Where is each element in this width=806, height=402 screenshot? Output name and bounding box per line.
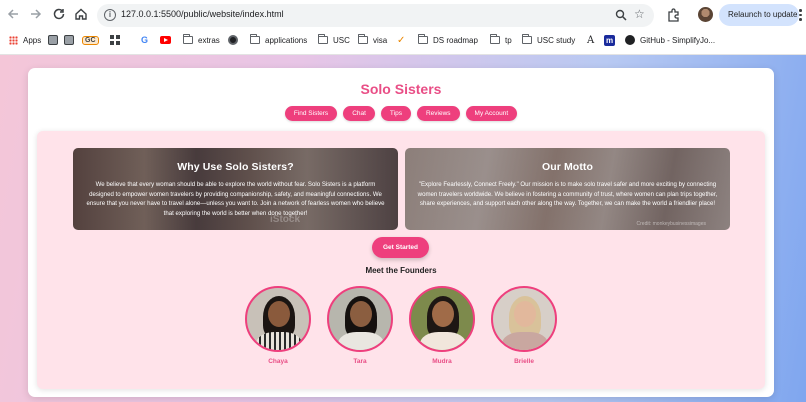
folder-icon (418, 34, 428, 44)
why-card: iStock Why Use Solo Sisters? We believe … (73, 148, 398, 230)
nav-find-sisters[interactable]: Find Sisters (284, 106, 338, 121)
founder-photo[interactable] (245, 286, 311, 352)
bookmark-serif-a[interactable]: A (587, 33, 599, 47)
profile-avatar[interactable] (698, 7, 713, 22)
site-nav: Find Sisters Chat Tips Reviews My Accoun… (28, 106, 774, 121)
circle-logo-icon (228, 35, 238, 45)
why-heading: Why Use Solo Sisters? (177, 161, 294, 173)
bookmark-tick[interactable]: ✓ (397, 33, 410, 47)
google-icon: G (141, 35, 149, 45)
nav-my-account[interactable]: My Account (465, 106, 518, 121)
bookmark-star-icon[interactable]: ☆ (634, 7, 645, 21)
why-body: We believe that every woman should be ab… (86, 181, 385, 217)
bookmark-qr[interactable] (110, 33, 125, 47)
motto-body: "Explore Fearlessly, Connect Freely." Ou… (417, 181, 718, 208)
bookmark-visa[interactable]: visa (358, 33, 387, 47)
nav-reviews[interactable]: Reviews (416, 106, 460, 121)
menu-kebab-icon[interactable] (799, 9, 802, 23)
founders-title: Meet the Founders (365, 266, 437, 275)
bookmark-github[interactable]: GitHub - SimplifyJo... (625, 33, 715, 47)
motto-card: Our Motto "Explore Fearlessly, Connect F… (405, 148, 730, 230)
site-title: Solo Sisters (360, 81, 442, 97)
zoom-icon[interactable] (615, 9, 627, 21)
bookmark-usc-study[interactable]: USC study (522, 33, 575, 47)
reload-icon[interactable] (51, 7, 67, 23)
founder-name: Chaya (268, 358, 288, 365)
gc-badge: GC (82, 35, 99, 45)
square-app-icon (64, 35, 74, 45)
bookmark-ds-roadmap[interactable]: DS roadmap (418, 33, 478, 47)
founder-card: Tara (327, 286, 393, 365)
nav-chat[interactable]: Chat (343, 106, 375, 121)
forward-icon[interactable] (28, 7, 44, 23)
bookmark-apps[interactable]: Apps (9, 33, 41, 47)
bookmark-tp[interactable]: tp (490, 33, 512, 47)
home-icon[interactable] (73, 7, 89, 23)
browser-chrome: i 127.0.0.1:5500/public/website/index.ht… (0, 0, 806, 55)
serif-a-icon: A (587, 34, 595, 46)
folder-icon (318, 34, 328, 44)
bookmark-square-2[interactable] (64, 33, 79, 47)
bookmarks-bar: Apps GC G extras applications USC visa ✓… (0, 30, 806, 50)
founder-card: Chaya (245, 286, 311, 365)
founder-card: Mudra (409, 286, 475, 365)
nav-tips[interactable]: Tips (380, 106, 411, 121)
bookmark-m[interactable]: m (604, 33, 620, 47)
square-app-icon (48, 35, 58, 45)
url-text: 127.0.0.1:5500/public/website/index.html (121, 9, 284, 19)
qr-grid-icon (110, 35, 120, 45)
get-started-button[interactable]: Get Started (372, 237, 429, 258)
founder-photo[interactable] (327, 286, 393, 352)
browser-toolbar: i 127.0.0.1:5500/public/website/index.ht… (0, 0, 806, 30)
bookmark-extras[interactable]: extras (183, 33, 220, 47)
main-container: Solo Sisters Find Sisters Chat Tips Revi… (28, 68, 774, 397)
founder-card: Brielle (491, 286, 557, 365)
folder-icon (250, 34, 260, 44)
page-background: Solo Sisters Find Sisters Chat Tips Revi… (0, 55, 806, 402)
apps-grid-icon (9, 35, 18, 45)
content-panel: iStock Why Use Solo Sisters? We believe … (37, 131, 765, 389)
folder-icon (183, 34, 193, 44)
github-icon (625, 35, 635, 45)
youtube-icon (160, 36, 171, 44)
address-bar[interactable]: i 127.0.0.1:5500/public/website/index.ht… (97, 4, 654, 27)
relaunch-button[interactable]: Relaunch to update (719, 4, 799, 26)
m-logo-icon: m (604, 34, 615, 46)
bookmark-youtube[interactable] (160, 33, 176, 47)
istock-watermark: iStock (270, 214, 301, 225)
image-credit: Credit: monkeybusinessimages (636, 221, 706, 227)
bookmark-circle[interactable] (228, 33, 243, 47)
back-icon[interactable] (5, 7, 21, 23)
folder-icon (522, 34, 532, 44)
bookmark-google[interactable]: G (141, 33, 153, 47)
motto-heading: Our Motto (541, 161, 594, 173)
bookmark-applications[interactable]: applications (250, 33, 307, 47)
bookmark-usc[interactable]: USC (318, 33, 350, 47)
bookmark-gc[interactable]: GC (82, 33, 104, 47)
founder-name: Tara (353, 358, 367, 365)
bookmark-square-1[interactable] (48, 33, 63, 47)
founder-photo[interactable] (409, 286, 475, 352)
founder-photo[interactable] (491, 286, 557, 352)
folder-icon (358, 34, 368, 44)
folder-icon (490, 34, 500, 44)
founder-name: Mudra (432, 358, 452, 365)
tick-logo-icon: ✓ (397, 34, 406, 46)
site-info-icon[interactable]: i (104, 9, 116, 21)
founder-name: Brielle (514, 358, 534, 365)
extensions-icon[interactable] (666, 8, 680, 22)
